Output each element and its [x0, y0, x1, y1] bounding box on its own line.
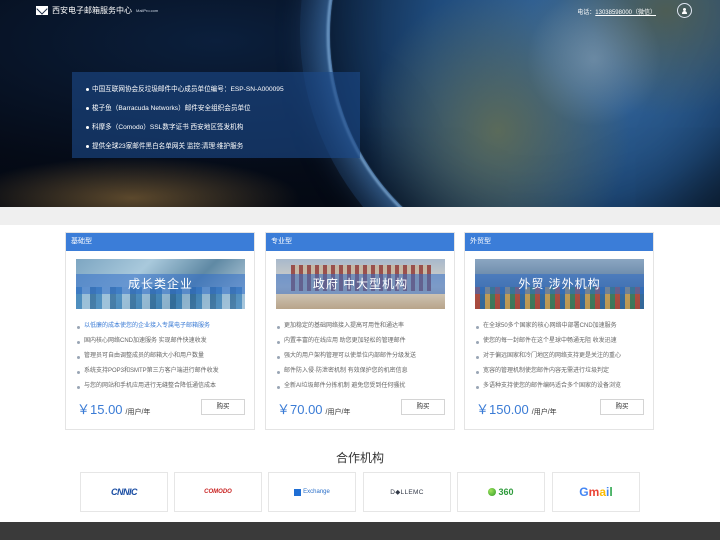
- comodo-logo-text: COMODO: [204, 489, 232, 495]
- partner-logo-360[interactable]: 360: [457, 472, 545, 512]
- partner-logo-dellemc[interactable]: D◆LLEMC: [363, 472, 451, 512]
- user-icon: [682, 7, 687, 14]
- feature-list: 在全球50多个国家的核心网络中部署CND加速服务 使您的每一封邮件在这个星球中畅…: [476, 319, 653, 394]
- product-banner: 政府 中大型机构: [276, 259, 445, 309]
- price-value: ￥15.00: [77, 402, 123, 417]
- gmail-letter: m: [588, 485, 600, 499]
- feature-item: 宽容的管理机制使您邮件内容无需进行垃圾判定: [476, 364, 653, 379]
- product-type: 外贸型: [465, 233, 653, 251]
- product-type: 基础型: [66, 233, 254, 251]
- partner-logo-cnnic[interactable]: CNNIC: [80, 472, 168, 512]
- price-unit: /用户/年: [325, 409, 351, 416]
- gmail-logo: Gmail: [579, 485, 612, 499]
- contact-info: 电话：13038598000（微信）: [577, 7, 656, 16]
- brand-subtitle: MailPro.com: [136, 8, 159, 13]
- feature-item: 多语种支持使您的邮件编码适合多个国家的设备浏览: [476, 379, 653, 394]
- price: ￥15.00/用户/年: [77, 399, 150, 418]
- mail-icon: [36, 6, 48, 15]
- price: ￥70.00/用户/年: [277, 399, 350, 418]
- buy-button[interactable]: 购买: [201, 399, 245, 415]
- buy-button[interactable]: 购买: [401, 399, 445, 415]
- hero-banner: 西安电子邮箱服务中心 MailPro.com 电话：13038598000（微信…: [0, 0, 720, 207]
- feature-list: 更加稳定的基础网络接入提高可用性和通达率 内置丰富的在线应用 助您更加轻松的管理…: [277, 319, 454, 394]
- feature-item: 邮件防入侵·防泄密机制 有效保护您的机密信息: [277, 364, 454, 379]
- cnnic-logo-text: CNNIC: [111, 487, 138, 497]
- user-account-button[interactable]: [677, 3, 692, 18]
- exchange-logo: Exchange: [294, 488, 330, 496]
- exchange-icon: [294, 488, 302, 496]
- feature-item: 系统支持POP3和SMTP第三方客户端进行邮件收发: [77, 364, 254, 379]
- feature-item: 使您的每一封邮件在这个星球中畅通无阻 收发迅速: [476, 334, 653, 349]
- footer: [0, 522, 720, 540]
- product-banner-text: 外贸 涉外机构: [475, 274, 644, 294]
- product-card-basic: 基础型 成长类企业 以低廉的成本使您的企业接入专属电子邮箱服务 国内核心网络CN…: [65, 232, 255, 430]
- price-value: ￥70.00: [277, 402, 323, 417]
- feature-item: 与您的网站和手机应用进行无缝整合降低通信成本: [77, 379, 254, 394]
- feature-item: 全新AI垃圾邮件分拣机制 避免您受到任何骚扰: [277, 379, 454, 394]
- feature-item: 内置丰富的在线应用 助您更加轻松的管理邮件: [277, 334, 454, 349]
- credential-list: 中国互联网协会反垃圾邮件中心成员单位编号：ESP-SN-A000095 梭子鱼（…: [72, 72, 360, 158]
- dellemc-logo-text: D◆LLEMC: [390, 489, 424, 496]
- feature-item: 国内核心网络CND加速服务 实现邮件快速收发: [77, 334, 254, 349]
- city-lights: [0, 150, 330, 207]
- feature-item: 以低廉的成本使您的企业接入专属电子邮箱服务: [77, 319, 254, 334]
- gmail-letter: l: [609, 485, 613, 499]
- product-banner: 成长类企业: [76, 259, 245, 309]
- product-card-trade: 外贸型 外贸 涉外机构 在全球50多个国家的核心网络中部署CND加速服务 使您的…: [464, 232, 654, 430]
- partner-logo-gmail[interactable]: Gmail: [552, 472, 640, 512]
- product-card-professional: 专业型 政府 中大型机构 更加稳定的基础网络接入提高可用性和通达率 内置丰富的在…: [265, 232, 455, 430]
- product-type: 专业型: [266, 233, 454, 251]
- credential-item: 提供全球23家邮件黑白名单网关 监控:清理:维护服务: [86, 137, 360, 156]
- gmail-letter: a: [599, 485, 606, 499]
- price-unit: /用户/年: [531, 409, 557, 416]
- price-row: ￥70.00/用户/年 购买: [277, 397, 445, 417]
- feature-item: 在全球50多个国家的核心网络中部署CND加速服务: [476, 319, 653, 334]
- credential-item: 中国互联网协会反垃圾邮件中心成员单位编号：ESP-SN-A000095: [86, 80, 360, 99]
- credential-item: 科摩多（Comodo）SSL数字证书 西安地区签发机构: [86, 118, 360, 137]
- feature-item: 强大的用户架构管理可以使单位内部邮件分级发送: [277, 349, 454, 364]
- product-banner-text: 政府 中大型机构: [276, 274, 445, 294]
- credential-item: 梭子鱼（Barracuda Networks）邮件安全组织会员单位: [86, 99, 360, 118]
- partners-title: 合作机构: [335, 451, 384, 465]
- 360-logo: 360: [488, 487, 514, 497]
- exchange-logo-text: Exchange: [303, 489, 330, 495]
- brand-title: 西安电子邮箱服务中心: [52, 6, 132, 15]
- atmosphere-rim: [327, 0, 720, 207]
- section-divider: [0, 207, 720, 225]
- top-bar: 西安电子邮箱服务中心 MailPro.com 电话：13038598000（微信…: [0, 0, 720, 24]
- price: ￥150.00/用户/年: [476, 399, 557, 418]
- price-row: ￥15.00/用户/年 购买: [77, 397, 245, 417]
- partner-logo-comodo[interactable]: COMODO: [174, 472, 262, 512]
- price-row: ￥150.00/用户/年 购买: [476, 397, 644, 417]
- partner-logo-exchange[interactable]: Exchange: [268, 472, 356, 512]
- feature-list: 以低廉的成本使您的企业接入专属电子邮箱服务 国内核心网络CND加速服务 实现邮件…: [77, 319, 254, 394]
- feature-item: 管理员可自由调整成员的邮箱大小和用户数量: [77, 349, 254, 364]
- price-unit: /用户/年: [125, 409, 151, 416]
- gmail-letter: G: [579, 485, 589, 499]
- contact-phone-link[interactable]: 13038598000（微信）: [595, 10, 656, 16]
- price-value: ￥150.00: [476, 402, 529, 417]
- contact-label: 电话：: [577, 10, 596, 16]
- feature-item: 更加稳定的基础网络接入提高可用性和通达率: [277, 319, 454, 334]
- 360-logo-text: 360: [498, 487, 514, 497]
- product-banner: 外贸 涉外机构: [475, 259, 644, 309]
- product-banner-text: 成长类企业: [76, 274, 245, 294]
- brand[interactable]: 西安电子邮箱服务中心 MailPro.com: [36, 5, 158, 16]
- buy-button[interactable]: 购买: [600, 399, 644, 415]
- feature-item: 对于偏远国家和冷门地区的网络支持更是关注的重心: [476, 349, 653, 364]
- 360-ball-icon: [488, 488, 497, 496]
